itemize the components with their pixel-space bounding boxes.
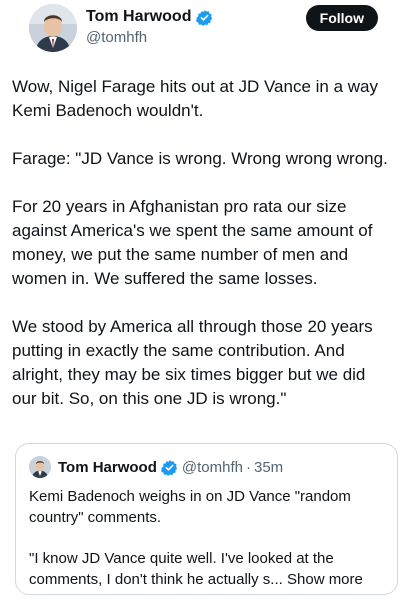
show-more-link[interactable]: Show more bbox=[287, 571, 363, 588]
quoted-paragraph: Kemi Badenoch weighs in on JD Vance "ran… bbox=[29, 488, 351, 526]
quoted-tweet[interactable]: Tom Harwood @tomhfh · 35m Kemi Badenoch … bbox=[15, 443, 398, 595]
quoted-timestamp[interactable]: 35m bbox=[254, 459, 283, 476]
quoted-display-name[interactable]: Tom Harwood bbox=[58, 459, 157, 476]
display-name[interactable]: Tom Harwood bbox=[86, 8, 191, 26]
follow-button[interactable]: Follow bbox=[305, 5, 378, 31]
quoted-paragraph: "I know JD Vance quite well. I've looked… bbox=[29, 548, 385, 590]
verified-badge-icon bbox=[196, 9, 213, 26]
tweet-paragraph: We stood by America all through those 20… bbox=[12, 317, 373, 408]
tweet-text: Wow, Nigel Farage hits out at JD Vance i… bbox=[12, 75, 394, 435]
avatar[interactable] bbox=[29, 4, 77, 52]
separator-dot: · bbox=[245, 458, 251, 476]
verified-badge-icon bbox=[160, 459, 178, 476]
author-handle[interactable]: @tomhfh bbox=[86, 29, 147, 46]
name-row: Tom Harwood bbox=[86, 8, 213, 26]
tweet-paragraph: Farage: "JD Vance is wrong. Wrong wrong … bbox=[12, 149, 388, 168]
tweet-paragraph: For 20 years in Afghanistan pro rata our… bbox=[12, 197, 373, 288]
quoted-avatar[interactable] bbox=[29, 456, 51, 478]
quoted-text: Kemi Badenoch weighs in on JD Vance "ran… bbox=[29, 486, 385, 590]
quoted-handle[interactable]: @tomhfh bbox=[182, 459, 243, 476]
tweet-paragraph: Wow, Nigel Farage hits out at JD Vance i… bbox=[12, 77, 378, 120]
tweet-header: Tom Harwood @tomhfh Follow bbox=[16, 0, 390, 56]
tweet: Tom Harwood @tomhfh Follow Wow, Nigel Fa… bbox=[0, 0, 406, 600]
quoted-tweet-header: Tom Harwood @tomhfh · 35m bbox=[29, 456, 385, 478]
